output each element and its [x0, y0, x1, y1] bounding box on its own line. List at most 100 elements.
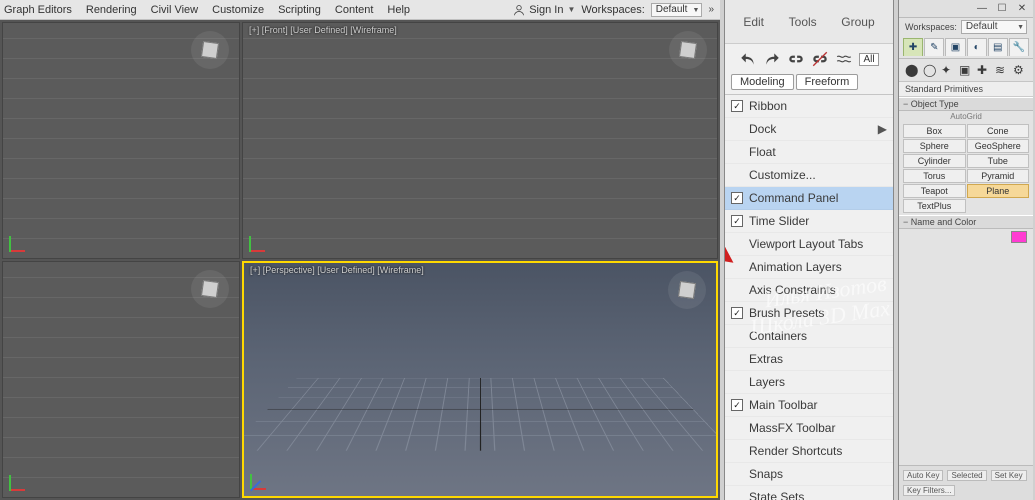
ctx-item-brush-presets[interactable]: ✓Brush Presets	[725, 302, 893, 325]
selected-dropdown[interactable]: Selected	[947, 470, 986, 481]
menu-civil-view[interactable]: Civil View	[151, 4, 198, 16]
color-swatch[interactable]	[1011, 231, 1027, 243]
cameras-icon[interactable]: ▣	[959, 63, 973, 77]
unlink-icon[interactable]	[811, 50, 829, 68]
close-icon[interactable]: ✕	[1015, 3, 1029, 14]
viewcube-icon[interactable]	[669, 31, 707, 69]
primitive-cylinder[interactable]: Cylinder	[903, 154, 966, 168]
maximize-icon[interactable]: ☐	[995, 3, 1009, 14]
ctx-item-label: Viewport Layout Tabs	[749, 237, 863, 251]
primitive-box[interactable]: Box	[903, 124, 966, 138]
ctx-item-layers[interactable]: Layers	[725, 371, 893, 394]
workspaces-label: Workspaces:	[581, 4, 644, 16]
primitive-pyramid[interactable]: Pyramid	[967, 169, 1030, 183]
spacewarps-icon[interactable]: ≋	[995, 63, 1009, 77]
create-tab-icon[interactable]: ✚	[903, 38, 923, 56]
rollout-object-type[interactable]: Object Type	[899, 97, 1033, 111]
viewport-top-right[interactable]: [+] [Front] [User Defined] [Wireframe]	[242, 22, 718, 259]
checkmark-icon: ✓	[731, 100, 743, 112]
viewport-bottom-left[interactable]	[2, 261, 240, 498]
viewport-perspective[interactable]: [+] [Perspective] [User Defined] [Wirefr…	[242, 261, 718, 498]
viewcube-icon[interactable]	[191, 31, 229, 69]
ctx-item-label: State Sets	[749, 490, 804, 500]
ctx-item-containers[interactable]: Containers	[725, 325, 893, 348]
rollout-name-color[interactable]: Name and Color	[899, 215, 1033, 229]
ribbon-tab-tools[interactable]: Tools	[789, 15, 817, 29]
systems-icon[interactable]: ⚙	[1013, 63, 1027, 77]
autokey-button[interactable]: Auto Key	[903, 470, 943, 481]
keyfilters-button[interactable]: Key Filters...	[903, 485, 955, 496]
checkmark-icon: ✓	[731, 215, 743, 227]
viewport-top-left[interactable]	[2, 22, 240, 259]
display-tab-icon[interactable]: ▤	[988, 38, 1008, 56]
tab-modeling[interactable]: Modeling	[731, 74, 794, 90]
ctx-item-snaps[interactable]: Snaps	[725, 463, 893, 486]
ctx-item-main-toolbar[interactable]: ✓Main Toolbar	[725, 394, 893, 417]
setkey-button[interactable]: Set Key	[991, 470, 1027, 481]
ctx-item-customize-[interactable]: Customize...	[725, 164, 893, 187]
ctx-item-massfx-toolbar[interactable]: MassFX Toolbar	[725, 417, 893, 440]
ctx-item-viewport-layout-tabs[interactable]: Viewport Layout Tabs	[725, 233, 893, 256]
autogrid-label[interactable]: AutoGrid	[899, 111, 1033, 122]
helpers-icon[interactable]: ✚	[977, 63, 991, 77]
primitive-torus[interactable]: Torus	[903, 169, 966, 183]
menu-customize[interactable]: Customize	[212, 4, 264, 16]
geometry-icon[interactable]: ⬤	[905, 63, 919, 77]
ctx-item-extras[interactable]: Extras	[725, 348, 893, 371]
primitive-geosphere[interactable]: GeoSphere	[967, 139, 1030, 153]
category-dropdown[interactable]: Standard Primitives	[899, 82, 1033, 97]
menu-help[interactable]: Help	[387, 4, 410, 16]
primitive-cone[interactable]: Cone	[967, 124, 1030, 138]
minimize-icon[interactable]: —	[975, 3, 989, 14]
ctx-item-command-panel[interactable]: ✓Command Panel	[725, 187, 893, 210]
ctx-item-time-slider[interactable]: ✓Time Slider	[725, 210, 893, 233]
ctx-item-float[interactable]: Float	[725, 141, 893, 164]
ctx-item-render-shortcuts[interactable]: Render Shortcuts	[725, 440, 893, 463]
name-color-row	[899, 229, 1033, 245]
primitive-textplus[interactable]: TextPlus	[903, 199, 966, 213]
utilities-tab-icon[interactable]: 🔧	[1009, 38, 1029, 56]
window-controls: — ☐ ✕	[899, 0, 1033, 18]
ctx-item-label: Command Panel	[749, 191, 838, 205]
primitive-sphere[interactable]: Sphere	[903, 139, 966, 153]
ctx-item-axis-constraints[interactable]: Axis Constraints	[725, 279, 893, 302]
axis-gizmo-icon	[250, 468, 272, 490]
motion-tab-icon[interactable]: ◐	[967, 38, 987, 56]
menu-content[interactable]: Content	[335, 4, 374, 16]
waves-icon[interactable]	[835, 50, 853, 68]
ctx-item-state-sets[interactable]: State Sets	[725, 486, 893, 500]
primitive-plane[interactable]: Plane	[967, 184, 1030, 198]
redo-icon[interactable]	[763, 50, 781, 68]
create-subcategory-icons: ⬤ ◯ ✦ ▣ ✚ ≋ ⚙	[899, 59, 1033, 82]
hierarchy-tab-icon[interactable]: ▣	[945, 38, 965, 56]
workspaces-dropdown[interactable]: Default	[961, 20, 1027, 34]
tab-freeform[interactable]: Freeform	[796, 74, 859, 90]
link-icon[interactable]	[787, 50, 805, 68]
viewcube-icon[interactable]	[191, 270, 229, 308]
ctx-item-label: Containers	[749, 329, 807, 343]
menu-scripting[interactable]: Scripting	[278, 4, 321, 16]
shapes-icon[interactable]: ◯	[923, 63, 937, 77]
menu-rendering[interactable]: Rendering	[86, 4, 137, 16]
modify-tab-icon[interactable]: ✎	[924, 38, 944, 56]
primitive-teapot[interactable]: Teapot	[903, 184, 966, 198]
ribbon-tab-group[interactable]: Group	[841, 15, 874, 29]
workspaces-dropdown[interactable]: Default	[651, 3, 703, 17]
lights-icon[interactable]: ✦	[941, 63, 955, 77]
toolbars-context-menu: Edit Tools Group All Modeling Freeform ✓…	[724, 0, 894, 500]
ctx-item-animation-layers[interactable]: Animation Layers	[725, 256, 893, 279]
signin-dropdown[interactable]: Sign In	[513, 4, 575, 16]
ctx-item-dock[interactable]: Dock▶	[725, 118, 893, 141]
viewcube-icon[interactable]	[668, 271, 706, 309]
user-icon	[513, 4, 525, 16]
ctx-item-ribbon[interactable]: ✓ Ribbon	[725, 95, 893, 118]
ribbon-tab-edit[interactable]: Edit	[743, 15, 764, 29]
undo-icon[interactable]	[739, 50, 757, 68]
main-window: Graph Editors Rendering Civil View Custo…	[0, 0, 720, 500]
filter-all-button[interactable]: All	[859, 53, 878, 66]
ribbon-tab-strip: Edit Tools Group	[725, 0, 893, 44]
ctx-item-label: Ribbon	[749, 99, 787, 113]
primitive-tube[interactable]: Tube	[967, 154, 1030, 168]
menu-graph-editors[interactable]: Graph Editors	[4, 4, 72, 16]
toolbar-overflow-icon[interactable]: »	[708, 4, 714, 15]
